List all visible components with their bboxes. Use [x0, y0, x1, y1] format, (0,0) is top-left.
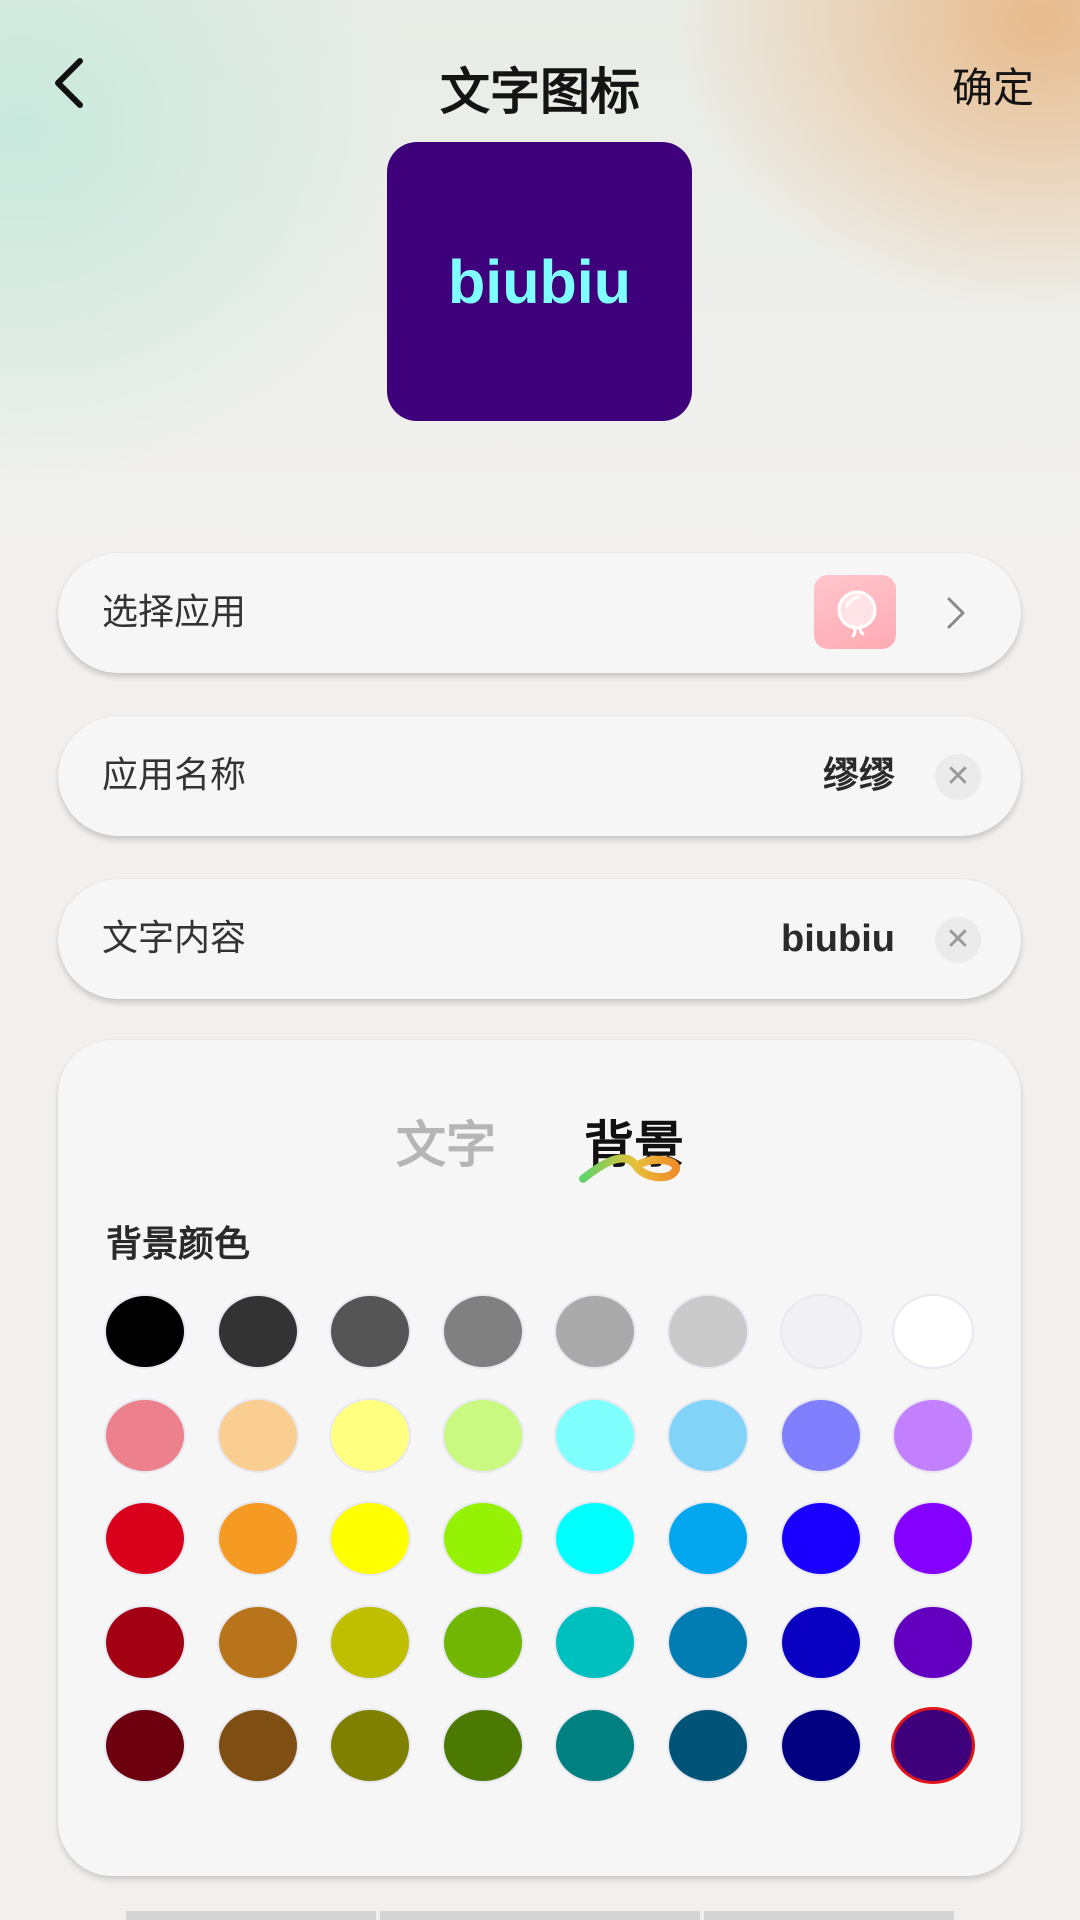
color-swatch[interactable] [443, 1503, 522, 1574]
color-swatch[interactable] [556, 1606, 635, 1678]
confirm-button[interactable]: 确定 [952, 54, 1034, 114]
color-swatch[interactable] [781, 1503, 860, 1574]
color-swatch[interactable] [218, 1399, 297, 1471]
color-swatch[interactable] [894, 1503, 973, 1574]
color-panel: 文字 背景 背景颜色 [58, 1040, 1021, 1876]
section-label: 背景颜色 [106, 1224, 251, 1265]
color-swatch[interactable] [218, 1606, 297, 1678]
color-swatch[interactable] [331, 1296, 410, 1367]
color-swatch[interactable] [669, 1710, 747, 1781]
color-swatch[interactable] [106, 1710, 184, 1781]
color-swatch[interactable] [556, 1296, 635, 1367]
color-swatch[interactable] [218, 1296, 297, 1367]
text-content-row[interactable]: 文字内容 biubiu ✕ [58, 879, 1021, 999]
color-swatch[interactable] [669, 1399, 747, 1471]
bottom-bar-segment [380, 1911, 700, 1920]
color-swatch[interactable] [669, 1503, 747, 1574]
color-swatch[interactable] [781, 1399, 860, 1471]
icon-preview: biubiu [387, 142, 692, 421]
color-swatch[interactable] [781, 1296, 860, 1367]
color-swatch[interactable] [556, 1503, 635, 1574]
color-swatch[interactable] [106, 1296, 184, 1367]
color-swatch[interactable] [781, 1606, 860, 1678]
color-swatch[interactable] [331, 1503, 410, 1574]
active-tab-underline [579, 1154, 680, 1183]
clear-icon[interactable]: ✕ [935, 917, 981, 963]
text-content-label: 文字内容 [102, 918, 247, 959]
color-swatch[interactable] [218, 1710, 297, 1781]
icon-preview-text: biubiu [448, 247, 631, 316]
color-swatch[interactable] [106, 1503, 184, 1574]
app-name-label: 应用名称 [102, 755, 247, 796]
color-swatch[interactable] [894, 1399, 973, 1471]
color-swatch[interactable] [556, 1710, 635, 1781]
select-app-row[interactable]: 选择应用 [58, 553, 1021, 673]
color-swatch[interactable] [781, 1710, 860, 1781]
pink-mirror-app-icon [814, 575, 896, 649]
color-swatch[interactable] [443, 1296, 522, 1367]
app-name-value[interactable]: 缪缪 [823, 716, 895, 836]
color-swatch[interactable] [894, 1296, 973, 1367]
color-swatch[interactable] [443, 1710, 522, 1781]
clear-icon[interactable]: ✕ [935, 754, 981, 800]
tab-text[interactable]: 文字 [396, 1105, 496, 1177]
bottom-bar-segment [126, 1911, 376, 1920]
color-swatch[interactable] [556, 1399, 635, 1471]
page-title: 文字图标 [440, 63, 640, 121]
color-swatch[interactable] [331, 1399, 410, 1471]
select-app-label: 选择应用 [102, 592, 247, 633]
color-swatch[interactable] [894, 1710, 973, 1781]
text-content-value[interactable]: biubiu [781, 879, 895, 999]
chevron-right-icon [947, 597, 965, 629]
app-name-row[interactable]: 应用名称 缪缪 ✕ [58, 716, 1021, 836]
color-swatch[interactable] [669, 1606, 747, 1678]
mirror-icon [837, 590, 877, 638]
color-swatch[interactable] [331, 1606, 410, 1678]
color-swatch[interactable] [218, 1503, 297, 1574]
color-swatch[interactable] [443, 1399, 522, 1471]
color-swatch[interactable] [106, 1606, 184, 1678]
color-swatch[interactable] [894, 1606, 973, 1678]
color-swatch[interactable] [106, 1399, 184, 1471]
bottom-bar-segment [704, 1911, 954, 1920]
color-swatch[interactable] [331, 1710, 410, 1781]
color-swatch[interactable] [443, 1606, 522, 1678]
color-swatch[interactable] [669, 1296, 747, 1367]
